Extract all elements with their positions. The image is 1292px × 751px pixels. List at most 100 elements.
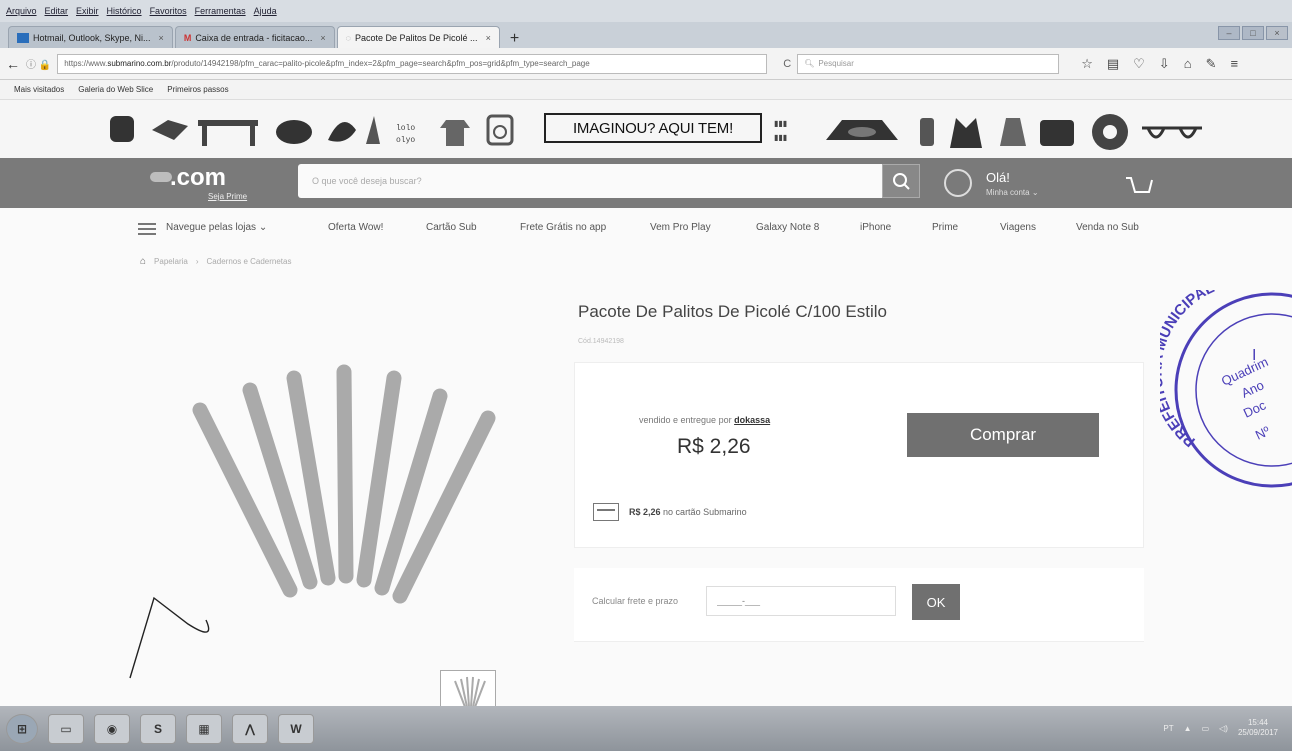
site-logo[interactable]: .com: [170, 164, 226, 192]
nav-item-viagens[interactable]: Viagens: [1000, 222, 1036, 233]
breadcrumb: ⌂ Papelaria › Cadernos e Cadernetas: [140, 256, 291, 267]
menu-ferramentas[interactable]: Ferramentas: [195, 6, 246, 16]
search-icon: 🔍︎: [804, 59, 815, 68]
buy-button[interactable]: Comprar: [907, 413, 1099, 457]
svg-text:olyo: olyo: [396, 136, 415, 145]
bookmark-primeiros-passos[interactable]: Primeiros passos: [167, 85, 228, 94]
breadcrumb-papelaria[interactable]: Papelaria: [154, 257, 188, 266]
menu-icon[interactable]: ≡: [1230, 56, 1238, 72]
nav-item-prime[interactable]: Prime: [932, 222, 958, 233]
address-bar[interactable]: https://www. submarino.com.br /produto/1…: [57, 53, 768, 74]
svg-text:▮▮▮: ▮▮▮: [774, 134, 787, 143]
close-tab-icon[interactable]: ×: [486, 33, 491, 43]
stamp-text: PREFEITURA MUNICIPAL: [1160, 290, 1217, 450]
card-label: no cartão Submarino: [663, 507, 747, 517]
info-icon[interactable]: ⓘ 🔒: [26, 56, 51, 71]
clock-time: 15:44: [1247, 718, 1268, 727]
nav-item-venda[interactable]: Venda no Sub: [1076, 222, 1139, 233]
card-offer-text: R$ 2,26 no cartão Submarino: [629, 507, 747, 517]
menu-editar[interactable]: Editar: [45, 6, 69, 16]
bookmark-mais-visitados[interactable]: Mais visitados: [14, 85, 64, 94]
word-icon[interactable]: W: [278, 713, 314, 744]
svg-text:lolo: lolo: [396, 124, 415, 133]
breadcrumb-cadernos[interactable]: Cadernos e Cadernetas: [207, 257, 292, 266]
back-arrow-icon[interactable]: ←: [6, 56, 20, 72]
toolbar-icons: ☆ ▤ ♡ ⇩ ⌂ ✎ ≡: [1081, 56, 1238, 72]
volume-icon[interactable]: ◁): [1219, 724, 1228, 733]
cart-icon[interactable]: [1124, 174, 1154, 196]
loading-icon: ◌: [345, 32, 351, 43]
maximize-button[interactable]: □: [1242, 26, 1264, 40]
extension-icon[interactable]: ✎: [1206, 56, 1217, 72]
menu-ajuda[interactable]: Ajuda: [254, 6, 277, 16]
menu-historico[interactable]: Histórico: [107, 6, 142, 16]
gmail-icon: M: [183, 32, 192, 43]
nav-item-galaxy[interactable]: Galaxy Note 8: [756, 222, 819, 233]
product-image[interactable]: [170, 350, 510, 610]
close-tab-icon[interactable]: ×: [320, 33, 325, 43]
hamburger-icon[interactable]: [138, 223, 156, 238]
outlook-icon: [17, 32, 29, 43]
seller-prefix: vendido e entregue por: [639, 415, 732, 425]
nav-browse-label: Navegue pelas lojas: [166, 222, 257, 233]
nav-item-play[interactable]: Vem Pro Play: [650, 222, 711, 233]
home-icon[interactable]: ⌂: [140, 256, 146, 267]
close-window-button[interactable]: ×: [1266, 26, 1288, 40]
tab-hotmail[interactable]: Hotmail, Outlook, Skype, Ni... ×: [8, 26, 173, 48]
minimize-button[interactable]: –: [1218, 26, 1240, 40]
user-icon[interactable]: [944, 169, 972, 197]
home-icon[interactable]: ⌂: [1184, 56, 1192, 72]
pocket-icon[interactable]: ♡: [1133, 56, 1145, 72]
firefox-icon[interactable]: ◉: [94, 713, 130, 744]
reading-list-icon[interactable]: ▤: [1107, 56, 1119, 72]
language-indicator[interactable]: PT: [1163, 724, 1173, 733]
tab-label: Hotmail, Outlook, Skype, Ni...: [33, 32, 151, 43]
new-tab-button[interactable]: +: [502, 30, 527, 48]
greeting[interactable]: Olá!: [986, 170, 1010, 185]
reload-icon[interactable]: C: [783, 58, 791, 70]
product-images-left: lolo olyo: [110, 114, 514, 146]
nav-item-frete[interactable]: Frete Grátis no app: [520, 222, 606, 233]
card-offer: R$ 2,26 no cartão Submarino: [593, 503, 747, 521]
tray-arrow-icon[interactable]: ▲: [1184, 724, 1192, 733]
credit-card-icon: [593, 503, 619, 521]
buy-box: vendido e entregue por dokassa R$ 2,26 C…: [574, 362, 1144, 548]
nav-browse-stores[interactable]: Navegue pelas lojas ⌄: [166, 222, 267, 233]
pdf-reader-icon[interactable]: ⋀: [232, 713, 268, 744]
prime-link[interactable]: Seja Prime: [208, 192, 247, 201]
stamp-ano: Ano: [1239, 377, 1266, 400]
ok-button[interactable]: OK: [912, 584, 960, 620]
cep-input[interactable]: [706, 586, 896, 616]
seller-link[interactable]: dokassa: [734, 415, 770, 425]
account-link[interactable]: Minha conta ⌄: [986, 188, 1039, 197]
clock[interactable]: 15:44 25/09/2017: [1238, 718, 1278, 738]
nav-item-iphone[interactable]: iPhone: [860, 222, 891, 233]
skype-letter: S: [153, 721, 162, 736]
nav-item-oferta[interactable]: Oferta Wow!: [328, 222, 383, 233]
nav-item-cartao[interactable]: Cartão Sub: [426, 222, 477, 233]
web-page: lolo olyo IMAGINOU? AQUI TEM! ▮▮▮ ▮▮▮ .c…: [0, 100, 1292, 714]
excel-icon[interactable]: ▦: [186, 713, 222, 744]
menu-arquivo[interactable]: Arquivo: [6, 6, 37, 16]
product-sku: Cód.14942198: [578, 338, 624, 345]
close-tab-icon[interactable]: ×: [159, 33, 164, 43]
tab-product[interactable]: ◌ Pacote De Palitos De Picolé ... ×: [336, 26, 500, 48]
tab-gmail[interactable]: M Caixa de entrada - ficitacao... ×: [174, 26, 335, 48]
product-price: R$ 2,26: [677, 435, 751, 458]
download-icon[interactable]: ⇩: [1159, 56, 1170, 72]
navigation-bar: ← ⓘ 🔒 https://www. submarino.com.br /pro…: [0, 48, 1292, 80]
menu-favoritos[interactable]: Favoritos: [150, 6, 187, 16]
network-icon[interactable]: ▭: [1202, 724, 1210, 733]
promo-banner[interactable]: lolo olyo IMAGINOU? AQUI TEM! ▮▮▮ ▮▮▮: [0, 100, 1292, 158]
start-button[interactable]: ⊞: [6, 713, 38, 744]
search-button[interactable]: [882, 164, 920, 198]
bookmark-star-icon[interactable]: ☆: [1081, 56, 1093, 72]
skype-icon[interactable]: S: [140, 713, 176, 744]
bookmark-galeria[interactable]: Galeria do Web Slice: [78, 85, 153, 94]
browser-search-input[interactable]: 🔍︎ Pesquisar: [797, 53, 1060, 74]
svg-text:PREFEITURA MUNICIPAL: PREFEITURA MUNICIPAL: [1160, 290, 1217, 450]
menu-exibir[interactable]: Exibir: [76, 6, 99, 16]
site-search-input[interactable]: O que você deseja buscar?: [298, 164, 882, 198]
file-explorer-icon[interactable]: ▭: [48, 713, 84, 744]
product-title: Pacote De Palitos De Picolé C/100 Estilo: [578, 302, 887, 321]
